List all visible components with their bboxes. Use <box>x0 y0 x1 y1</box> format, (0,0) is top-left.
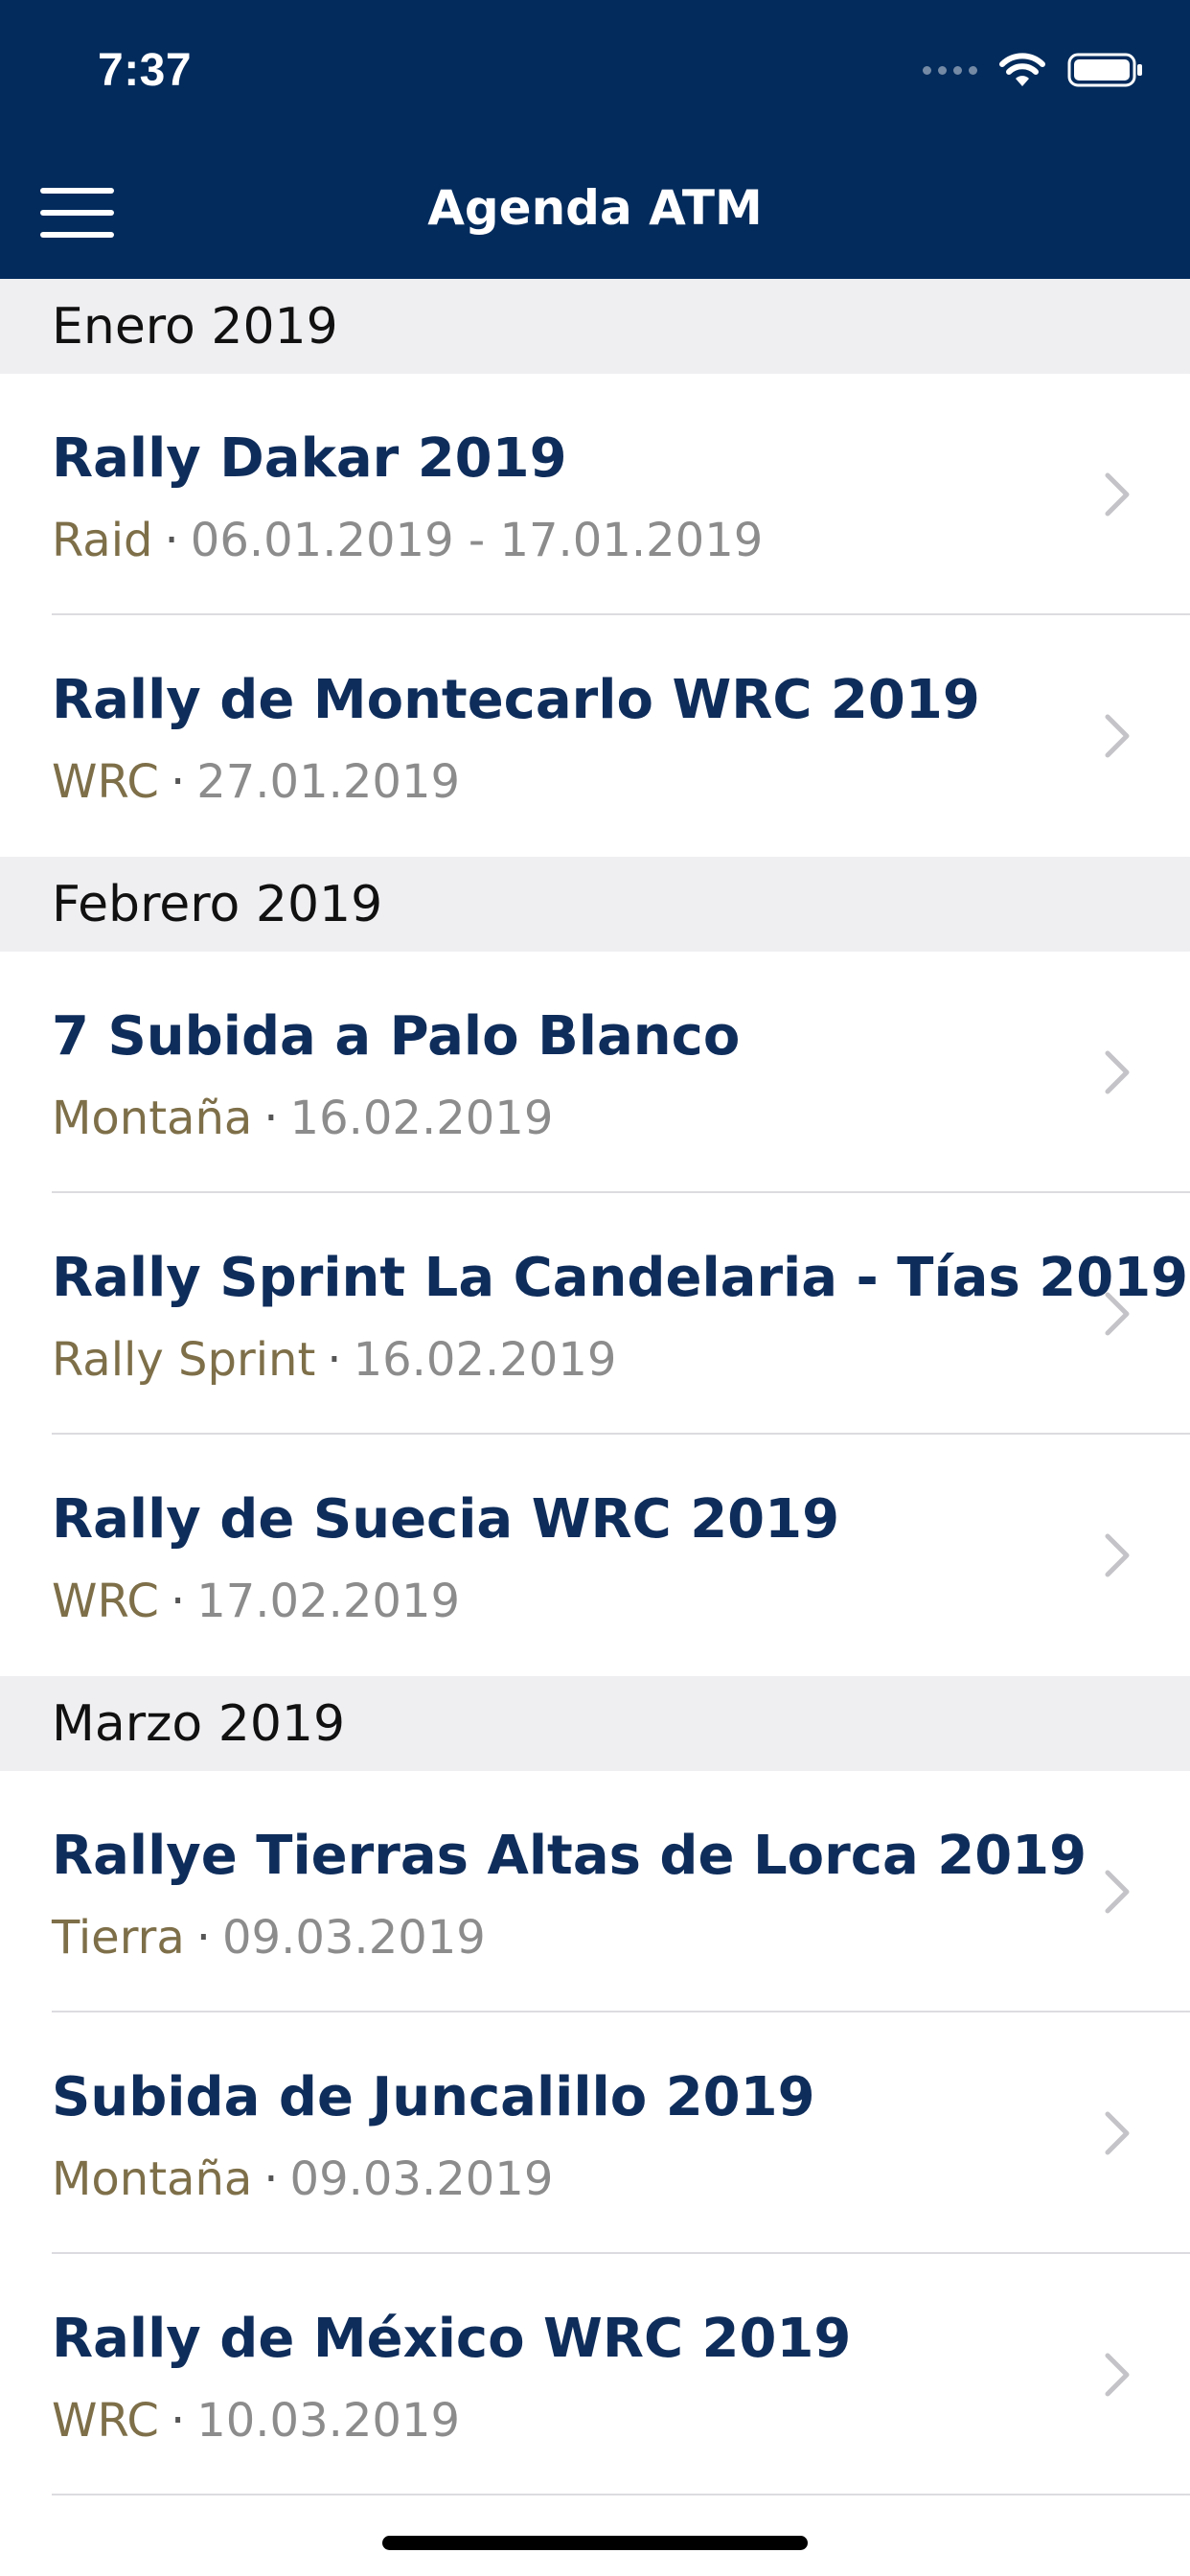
chevron-right-icon <box>1105 1292 1130 1336</box>
event-date: 06.01.2019 - 17.01.2019 <box>190 514 764 567</box>
event-subtitle: WRC · 10.03.2019 <box>52 2394 460 2448</box>
chevron-right-icon <box>1105 1050 1130 1094</box>
event-date: 17.02.2019 <box>196 1575 461 1628</box>
event-date: 09.03.2019 <box>222 1911 486 1965</box>
chevron-right-icon <box>1105 2111 1130 2155</box>
event-subtitle: Tierra · 09.03.2019 <box>52 1911 486 1965</box>
chevron-right-icon <box>1105 472 1130 517</box>
event-category: Montaña <box>52 1092 253 1145</box>
separator-dot: · <box>170 755 186 809</box>
event-category: Tierra <box>52 1911 185 1965</box>
event-row[interactable]: Subida de Juncalillo 2019 Montaña · 09.03.2… <box>0 2012 1190 2254</box>
wifi-icon <box>999 53 1045 86</box>
event-subtitle: Montaña · 16.02.2019 <box>52 1092 553 1145</box>
event-row[interactable]: 7 Subida a Palo Blanco Montaña · 16.02.2019 <box>0 952 1190 1193</box>
event-row[interactable]: Rally de Montecarlo WRC 2019 WRC · 27.01.20… <box>0 615 1190 857</box>
event-title: Subida de Juncalillo 2019 <box>52 2066 815 2128</box>
row-divider <box>52 2494 1190 2496</box>
navigation-bar: Agenda ATM <box>0 144 1190 279</box>
separator-dot: · <box>263 2152 279 2206</box>
page-title: Agenda ATM <box>427 180 763 236</box>
separator-dot: · <box>170 1575 186 1628</box>
event-row[interactable]: Rally de México WRC 2019 WRC · 10.03.2019 <box>0 2254 1190 2496</box>
event-category: WRC <box>52 2394 159 2448</box>
home-indicator[interactable] <box>382 2536 808 2550</box>
chevron-right-icon <box>1105 1870 1130 1914</box>
event-category: Rally Sprint <box>52 1333 316 1387</box>
event-date: 27.01.2019 <box>196 755 461 809</box>
event-title: Rally Sprint La Candelaria - Tías 2019 <box>52 1247 1189 1309</box>
event-subtitle: Rally Sprint · 16.02.2019 <box>52 1333 616 1387</box>
event-date: 09.03.2019 <box>289 2152 554 2206</box>
battery-icon <box>1067 53 1142 87</box>
event-category: Montaña <box>52 2152 253 2206</box>
event-title: Rallye Tierras Altas de Lorca 2019 <box>52 1825 1087 1887</box>
event-row[interactable]: Rallye Tierras Altas de Lorca 2019 Tierra… <box>0 1771 1190 2012</box>
section-header: Marzo 2019 <box>0 1676 1190 1771</box>
status-bar: 7:37 <box>0 0 1190 144</box>
section-header: Enero 2019 <box>0 279 1190 374</box>
event-subtitle: WRC · 17.02.2019 <box>52 1575 460 1628</box>
section-header: Febrero 2019 <box>0 857 1190 952</box>
event-date: 16.02.2019 <box>289 1092 554 1145</box>
event-list: Enero 2019 Rally Dakar 2019 Raid · 06.01.201… <box>0 279 1190 2496</box>
event-title: Rally de México WRC 2019 <box>52 2308 852 2370</box>
event-subtitle: Montaña · 09.03.2019 <box>52 2152 553 2206</box>
event-title: Rally de Suecia WRC 2019 <box>52 1488 840 1551</box>
status-icons <box>923 52 1144 88</box>
event-row[interactable]: Rally de Suecia WRC 2019 WRC · 17.02.2019 <box>0 1435 1190 1676</box>
event-title: 7 Subida a Palo Blanco <box>52 1005 741 1068</box>
event-row[interactable]: Rally Dakar 2019 Raid · 06.01.2019 - 17.01.… <box>0 374 1190 615</box>
separator-dot: · <box>263 1092 279 1145</box>
event-title: Rally Dakar 2019 <box>52 427 567 490</box>
cellular-signal-icon <box>923 65 977 75</box>
chevron-right-icon <box>1105 714 1130 758</box>
separator-dot: · <box>327 1333 342 1387</box>
event-date: 10.03.2019 <box>196 2394 461 2448</box>
status-time: 7:37 <box>98 45 193 96</box>
chevron-right-icon <box>1105 2353 1130 2397</box>
event-date: 16.02.2019 <box>353 1333 617 1387</box>
event-row[interactable]: Rally Sprint La Candelaria - Tías 2019 Ra… <box>0 1193 1190 1435</box>
event-subtitle: WRC · 27.01.2019 <box>52 755 460 809</box>
separator-dot: · <box>170 2394 186 2448</box>
event-subtitle: Raid · 06.01.2019 - 17.01.2019 <box>52 514 763 567</box>
chevron-right-icon <box>1105 1533 1130 1577</box>
separator-dot: · <box>164 514 179 567</box>
event-category: WRC <box>52 755 159 809</box>
event-category: Raid <box>52 514 153 567</box>
event-title: Rally de Montecarlo WRC 2019 <box>52 669 980 731</box>
separator-dot: · <box>195 1911 212 1965</box>
event-category: WRC <box>52 1575 159 1628</box>
